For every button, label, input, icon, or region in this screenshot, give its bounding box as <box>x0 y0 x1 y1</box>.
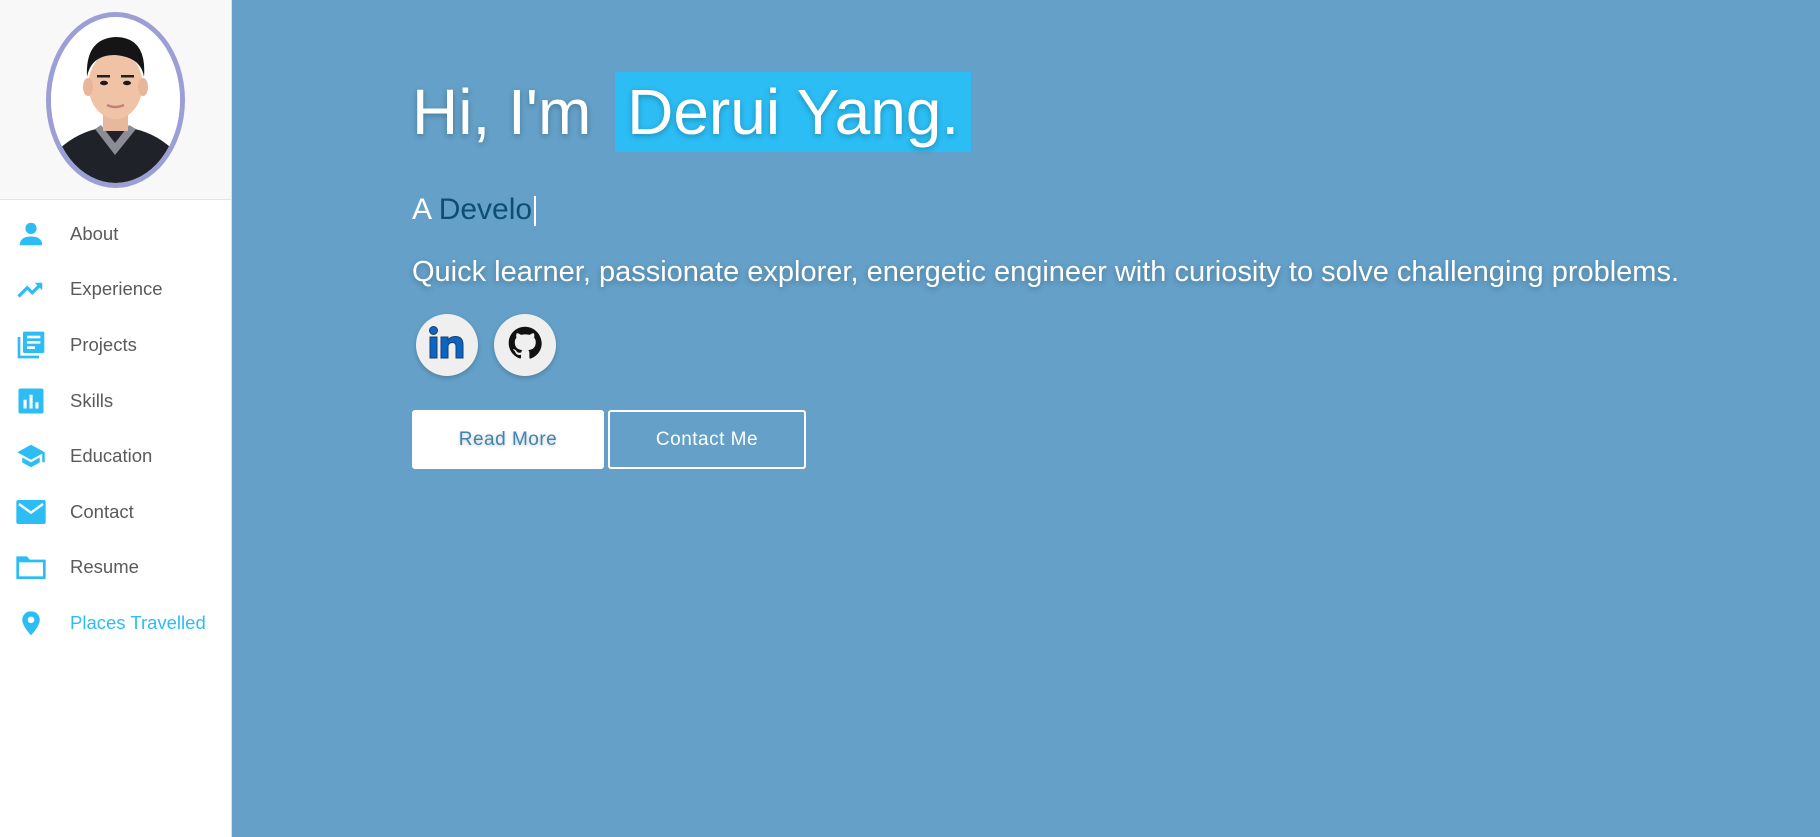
avatar <box>46 11 185 188</box>
sidebar-item-resume[interactable]: Resume <box>0 540 231 596</box>
sidebar-item-contact[interactable]: Contact <box>0 484 231 540</box>
hero-section: Hi, I'm Derui Yang. A Develo Quick learn… <box>232 0 1820 837</box>
sidebar-item-education[interactable]: Education <box>0 428 231 484</box>
mail-icon <box>14 495 48 529</box>
hero-greeting: Hi, I'm <box>412 76 592 148</box>
profile-photo <box>51 16 180 183</box>
sidebar-item-experience[interactable]: Experience <box>0 262 231 318</box>
linkedin-icon <box>427 325 467 366</box>
trending-up-icon <box>14 272 48 306</box>
github-link[interactable] <box>494 314 556 376</box>
sidebar-nav: About Experience Projects Skills Educati… <box>0 200 231 651</box>
hero-actions: Read More Contact Me <box>412 410 806 469</box>
folder-icon <box>14 550 48 584</box>
hero-tagline: Quick learner, passionate explorer, ener… <box>412 256 1680 288</box>
graduation-cap-icon <box>14 439 48 473</box>
contact-me-button[interactable]: Contact Me <box>608 410 806 469</box>
library-books-icon <box>14 328 48 362</box>
sidebar-item-skills[interactable]: Skills <box>0 373 231 429</box>
sidebar-item-projects[interactable]: Projects <box>0 317 231 373</box>
read-more-button[interactable]: Read More <box>412 410 604 469</box>
sidebar-item-label: Resume <box>70 556 139 578</box>
sidebar-item-label: Places Travelled <box>70 611 206 633</box>
typed-prefix: A <box>412 193 431 226</box>
social-links <box>416 314 556 376</box>
sidebar-item-places-travelled[interactable]: Places Travelled <box>0 595 231 651</box>
sidebar-item-label: About <box>70 222 119 244</box>
sidebar: About Experience Projects Skills Educati… <box>0 0 232 837</box>
sidebar-item-label: Experience <box>70 278 163 300</box>
typing-cursor <box>534 196 537 227</box>
sidebar-item-label: Projects <box>70 333 137 355</box>
github-icon <box>508 326 542 365</box>
typed-word: Develo <box>438 193 533 226</box>
location-pin-icon <box>14 606 48 640</box>
sidebar-item-label: Skills <box>70 389 114 411</box>
sidebar-item-about[interactable]: About <box>0 206 231 262</box>
avatar-container <box>0 0 231 200</box>
hero-name: Derui Yang. <box>615 72 972 152</box>
sidebar-item-label: Contact <box>70 500 134 522</box>
person-icon <box>14 217 48 251</box>
sidebar-item-label: Education <box>70 445 153 467</box>
bar-chart-icon <box>14 384 48 418</box>
hero-heading: Hi, I'm Derui Yang. <box>412 72 972 152</box>
linkedin-link[interactable] <box>416 314 478 376</box>
typed-role-line: A Develo <box>412 193 537 227</box>
